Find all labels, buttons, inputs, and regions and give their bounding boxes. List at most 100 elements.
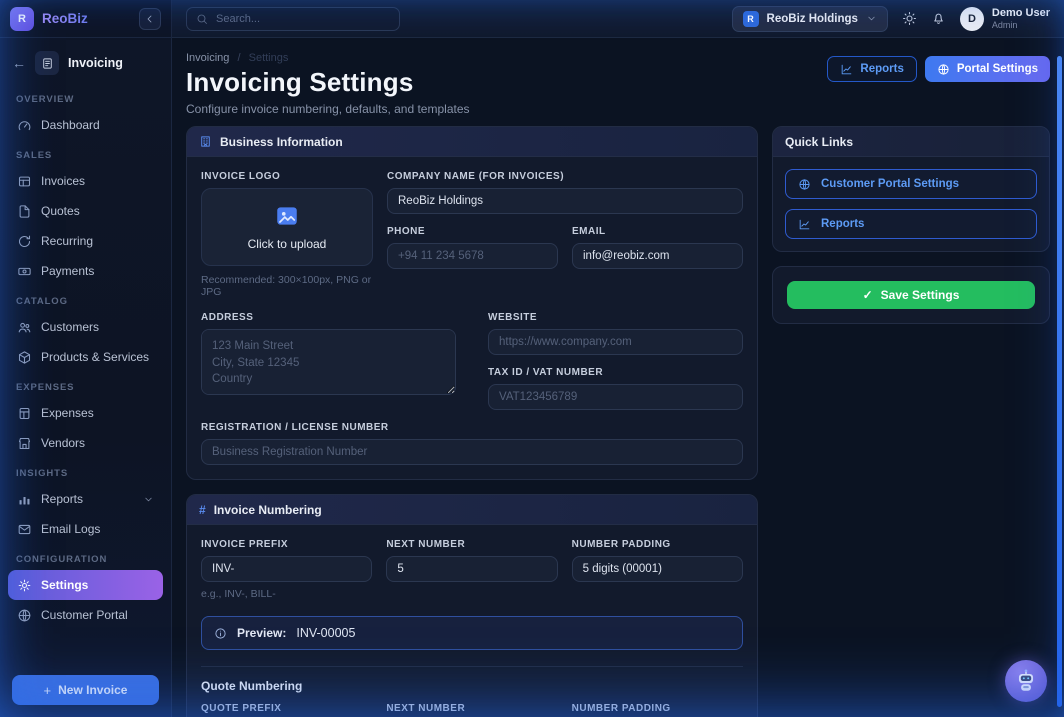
invoice-prefix-label: INVOICE PREFIX [201, 539, 372, 550]
breadcrumb-parent[interactable]: Invoicing [186, 52, 229, 64]
quick-link-reports[interactable]: Reports [785, 209, 1037, 239]
company-name-input[interactable] [387, 188, 743, 214]
divider [201, 666, 743, 667]
chevron-down-icon [866, 13, 877, 24]
banknote-icon [17, 264, 32, 279]
next-number-input[interactable] [386, 556, 557, 582]
user-role: Admin [992, 20, 1050, 31]
quote-prefix-label: QUOTE PREFIX [201, 703, 372, 714]
website-input[interactable] [488, 329, 743, 355]
card-title: Invoice Numbering [214, 503, 322, 517]
module-label: Invoicing [68, 56, 123, 70]
sidebar-item-dashboard[interactable]: Dashboard [8, 110, 163, 140]
company-name-label: COMPANY NAME (FOR INVOICES) [387, 171, 743, 182]
invoice-prefix-input[interactable] [201, 556, 372, 582]
nav-section-insights: INSIGHTS [8, 458, 163, 484]
sidebar-item-customer-portal[interactable]: Customer Portal [8, 600, 163, 630]
back-arrow-icon[interactable]: ← [12, 56, 26, 70]
bar-chart-icon [17, 492, 32, 507]
vertical-scrollbar[interactable] [1057, 56, 1062, 707]
user-menu[interactable]: D Demo User Admin [960, 7, 1050, 31]
module-header: ← Invoicing [0, 38, 171, 84]
tax-id-input[interactable] [488, 384, 743, 410]
main-content: Invoicing / Settings Invoicing Settings … [172, 38, 1064, 717]
save-settings-button[interactable]: ✓ Save Settings [787, 281, 1035, 309]
quick-links-card: Quick Links Customer Portal Settings Rep… [772, 126, 1050, 252]
quick-link-label: Reports [821, 218, 864, 230]
save-settings-label: Save Settings [881, 288, 960, 302]
users-icon [17, 320, 32, 335]
notifications-button[interactable] [931, 11, 946, 26]
topbar: R ReoBiz Holdings D Demo User Admin [172, 0, 1064, 38]
refresh-icon [17, 234, 32, 249]
registration-input[interactable] [201, 439, 743, 465]
nav-item-label: Invoices [41, 174, 85, 188]
new-invoice-label: New Invoice [58, 683, 127, 697]
nav-item-label: Vendors [41, 436, 85, 450]
reports-button[interactable]: Reports [827, 56, 916, 82]
nav-item-label: Products & Services [41, 350, 149, 364]
quote-number-padding-label: NUMBER PADDING [572, 703, 743, 714]
document-icon [17, 204, 32, 219]
sidebar-item-payments[interactable]: Payments [8, 256, 163, 286]
org-selector[interactable]: R ReoBiz Holdings [732, 6, 888, 32]
gauge-icon [17, 118, 32, 133]
app-name: ReoBiz [42, 11, 88, 26]
nav-section-overview: OVERVIEW [8, 84, 163, 110]
check-icon: ✓ [863, 288, 873, 302]
chatbot-button[interactable] [1005, 660, 1047, 702]
sidebar-item-vendors[interactable]: Vendors [8, 428, 163, 458]
quick-link-label: Customer Portal Settings [821, 178, 959, 190]
quote-next-number-label: NEXT NUMBER [386, 703, 557, 714]
nav-item-label: Customers [41, 320, 99, 334]
sidebar-item-products-services[interactable]: Products & Services [8, 342, 163, 372]
website-label: WEBSITE [488, 312, 743, 323]
portal-settings-button[interactable]: Portal Settings [925, 56, 1050, 82]
sidebar-item-recurring[interactable]: Recurring [8, 226, 163, 256]
app-logo: R [10, 7, 34, 31]
sidebar: R ReoBiz ← Invoicing OVERVIEW Dashboard … [0, 0, 172, 717]
email-input[interactable] [572, 243, 743, 269]
new-invoice-button[interactable]: + New Invoice [12, 675, 159, 705]
page-title: Invoicing Settings [186, 67, 470, 98]
gear-icon [17, 578, 32, 593]
quote-numbering-title: Quote Numbering [201, 679, 743, 693]
nav-item-label: Dashboard [41, 118, 100, 132]
theme-toggle-button[interactable] [902, 11, 917, 26]
business-information-card: Business Information INVOICE LOGO Click … [186, 126, 758, 480]
tax-id-label: TAX ID / VAT NUMBER [488, 367, 743, 378]
logo-upload-dropzone[interactable]: Click to upload [201, 188, 373, 266]
sidebar-collapse-button[interactable] [139, 8, 161, 30]
invoice-numbering-card: # Invoice Numbering INVOICE PREFIX e.g.,… [186, 494, 758, 717]
breadcrumb-current: Settings [249, 52, 289, 64]
quick-links-title: Quick Links [785, 135, 853, 149]
sidebar-item-reports[interactable]: Reports [8, 484, 163, 514]
reports-button-label: Reports [860, 63, 903, 75]
building-icon [199, 135, 212, 148]
org-avatar: R [743, 11, 759, 27]
sidebar-item-email-logs[interactable]: Email Logs [8, 514, 163, 544]
sidebar-item-settings[interactable]: Settings [8, 570, 163, 600]
nav-section-configuration: CONFIGURATION [8, 544, 163, 570]
logo-hint: Recommended: 300×100px, PNG or JPG [201, 274, 373, 298]
number-padding-select[interactable]: 5 digits (00001) [572, 556, 743, 582]
upload-text: Click to upload [248, 237, 327, 251]
sidebar-item-expenses[interactable]: Expenses [8, 398, 163, 428]
email-label: EMAIL [572, 226, 743, 237]
portal-settings-label: Portal Settings [957, 63, 1038, 75]
nav-item-label: Quotes [41, 204, 80, 218]
address-textarea[interactable] [201, 329, 456, 395]
quick-link-customer-portal-settings[interactable]: Customer Portal Settings [785, 169, 1037, 199]
sidebar-item-customers[interactable]: Customers [8, 312, 163, 342]
preview-label: Preview: [237, 626, 286, 640]
sidebar-item-invoices[interactable]: Invoices [8, 166, 163, 196]
robot-icon [1013, 668, 1039, 694]
storefront-icon [17, 436, 32, 451]
sidebar-item-quotes[interactable]: Quotes [8, 196, 163, 226]
phone-input[interactable] [387, 243, 558, 269]
search-input[interactable] [216, 13, 390, 25]
chevron-down-icon [143, 494, 154, 505]
search-icon [196, 13, 208, 25]
nav-item-label: Customer Portal [41, 608, 128, 622]
global-search[interactable] [186, 7, 400, 31]
